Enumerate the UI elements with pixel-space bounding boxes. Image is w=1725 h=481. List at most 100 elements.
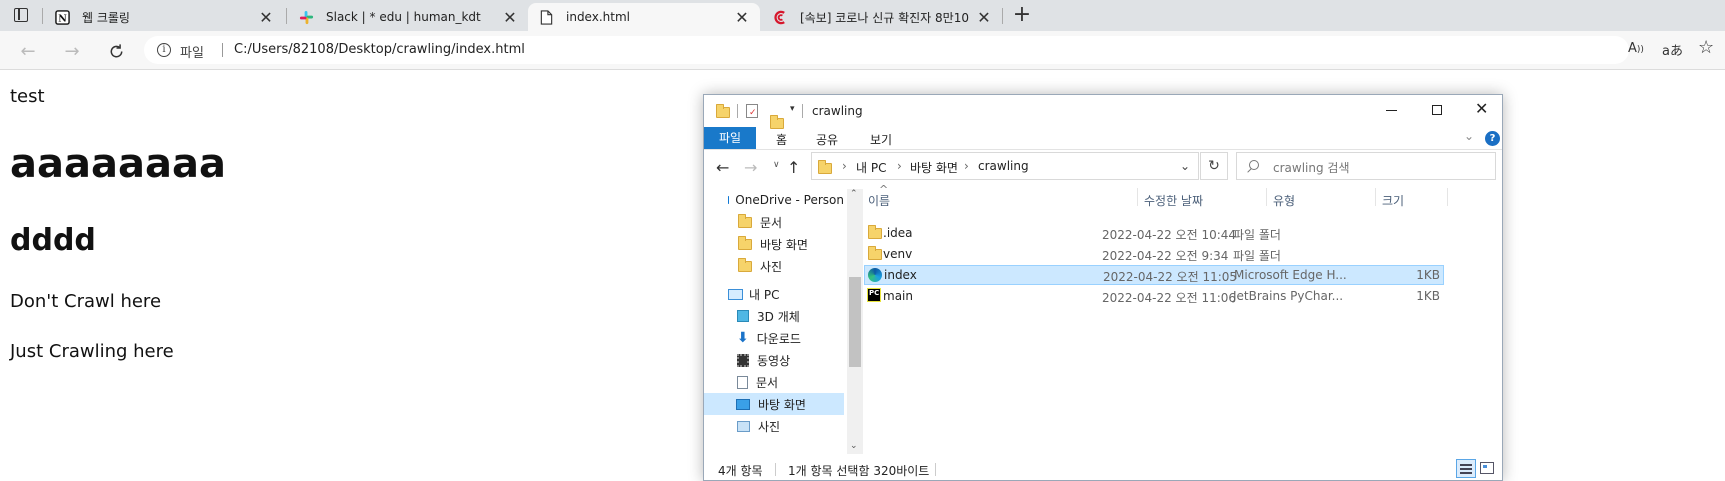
- scrollbar-thumb[interactable]: [849, 277, 861, 367]
- url-text[interactable]: C:/Users/82108/Desktop/crawling/index.ht…: [234, 42, 525, 57]
- tab-news[interactable]: [속보] 코로나 신규 확진자 8만10 ✕: [762, 3, 1002, 31]
- nav-my-pc[interactable]: 내 PC: [704, 283, 844, 305]
- properties-icon[interactable]: ✓: [746, 104, 758, 118]
- column-type[interactable]: 유형: [1273, 192, 1295, 209]
- url-divider: [222, 43, 223, 57]
- nav-downloads[interactable]: ⬇ 다운로드: [704, 327, 844, 349]
- new-tab-button[interactable]: +: [1010, 2, 1034, 28]
- notion-icon: N: [54, 9, 70, 25]
- page-heading-1: aaaaaaaa: [10, 141, 226, 187]
- file-row-idea[interactable]: .idea 2022-04-22 오전 10:44 파일 폴더: [864, 223, 1444, 243]
- tab-title: Slack | * edu | human_kdt: [326, 10, 481, 24]
- file-row-venv[interactable]: venv 2022-04-22 오전 9:34 파일 폴더: [864, 244, 1444, 264]
- ribbon-tab-home[interactable]: 홈: [776, 131, 787, 148]
- document-icon: [737, 375, 748, 389]
- nav-documents-pc[interactable]: 문서: [704, 371, 844, 393]
- help-icon[interactable]: ?: [1485, 131, 1500, 146]
- tab-separator: [286, 8, 287, 24]
- tab-title: index.html: [566, 10, 630, 24]
- folder-icon: [738, 257, 752, 272]
- close-icon[interactable]: ✕: [732, 8, 752, 27]
- forward-button[interactable]: →: [744, 158, 757, 177]
- close-icon[interactable]: ✕: [974, 8, 994, 27]
- reload-button[interactable]: [104, 39, 128, 63]
- slack-icon: [298, 9, 314, 25]
- tab-separator: [1002, 8, 1003, 24]
- nav-pictures[interactable]: 사진: [704, 255, 844, 277]
- favorites-add-icon[interactable]: ☆: [1698, 37, 1714, 58]
- tab-strip: N 웹 크롤링 ✕ Slack | * edu | human_kdt ✕ in…: [0, 0, 1725, 31]
- tab-title: [속보] 코로나 신규 확진자 8만10: [800, 10, 969, 25]
- address-bar[interactable]: i 파일 C:/Users/82108/Desktop/crawling/ind…: [144, 36, 1629, 64]
- news-icon: [772, 9, 788, 25]
- refresh-button[interactable]: ↻: [1200, 152, 1228, 180]
- explorer-address-row: ← → ∨ ↑ › 내 PC › 바탕 화면 › crawling ⌄ ↻ cr…: [704, 150, 1502, 186]
- tab-slack[interactable]: Slack | * edu | human_kdt ✕: [288, 3, 528, 31]
- search-placeholder: crawling 검색: [1273, 161, 1350, 175]
- nav-videos[interactable]: 동영상: [704, 349, 844, 371]
- ribbon-tab-share[interactable]: 공유: [816, 131, 838, 148]
- breadcrumb[interactable]: › 내 PC › 바탕 화면 › crawling ⌄: [811, 152, 1199, 180]
- document-icon: [538, 9, 554, 25]
- explorer-titlebar: ✓ ▾ crawling ✕: [704, 95, 1502, 129]
- computer-icon: [728, 288, 743, 300]
- search-box[interactable]: crawling 검색: [1236, 152, 1496, 180]
- folder-icon: [868, 246, 882, 260]
- ribbon-tab-file[interactable]: 파일: [704, 127, 756, 149]
- column-name[interactable]: 이름: [868, 192, 890, 209]
- folder-icon: [716, 104, 730, 118]
- minimize-button[interactable]: [1386, 110, 1397, 111]
- column-modified[interactable]: 수정한 날짜: [1144, 192, 1203, 209]
- large-icons-view-button[interactable]: [1480, 462, 1494, 474]
- breadcrumb-my-pc[interactable]: 내 PC: [856, 159, 886, 176]
- file-explorer-window: ✓ ▾ crawling ✕ 파일 홈 공유 보기 ⌄ ? ← → ∨ ↑ › …: [703, 94, 1503, 481]
- picture-icon: [737, 420, 750, 432]
- tab-notion[interactable]: N 웹 크롤링 ✕: [44, 3, 284, 31]
- maximize-button[interactable]: [1432, 105, 1442, 115]
- chevron-down-icon[interactable]: ∨: [773, 160, 780, 170]
- translate-icon[interactable]: aあ: [1662, 40, 1683, 59]
- folder-icon: [868, 225, 882, 239]
- breadcrumb-crawling[interactable]: crawling: [978, 159, 1029, 173]
- close-button[interactable]: ✕: [1475, 99, 1488, 118]
- ribbon-tab-view[interactable]: 보기: [870, 131, 892, 148]
- column-size[interactable]: 크기: [1382, 192, 1404, 209]
- page-paragraph-test: test: [10, 86, 45, 107]
- nav-desktop-pc[interactable]: 바탕 화면: [704, 393, 844, 415]
- up-button[interactable]: ↑: [787, 158, 800, 177]
- security-label: 파일: [180, 46, 204, 61]
- tab-title: 웹 크롤링: [82, 10, 130, 25]
- forward-button[interactable]: →: [60, 39, 84, 63]
- screen: N 웹 크롤링 ✕ Slack | * edu | human_kdt ✕ in…: [0, 0, 1725, 481]
- nav-desktop[interactable]: 바탕 화면: [704, 233, 844, 255]
- nav-3d-objects[interactable]: 3D 개체: [704, 305, 844, 327]
- svg-text:N: N: [58, 13, 67, 24]
- nav-pictures-pc[interactable]: 사진: [704, 415, 844, 437]
- nav-documents[interactable]: 문서: [704, 211, 844, 233]
- details-view-button[interactable]: [1456, 459, 1476, 478]
- folder-icon: [738, 213, 752, 228]
- video-icon: [737, 353, 749, 367]
- folder-icon: [818, 160, 832, 174]
- close-icon[interactable]: ✕: [256, 8, 276, 27]
- tab-actions-icon[interactable]: [14, 8, 28, 22]
- close-icon[interactable]: ✕: [500, 8, 520, 27]
- item-count: 4개 항목: [718, 464, 763, 478]
- nav-scrollbar[interactable]: ⌃ ⌄: [847, 189, 863, 454]
- file-row-index[interactable]: index 2022-04-22 오전 11:05 Microsoft Edge…: [864, 265, 1444, 285]
- chevron-down-icon[interactable]: ▾: [790, 104, 795, 114]
- tab-index-html[interactable]: index.html ✕: [528, 3, 760, 31]
- info-icon[interactable]: i: [157, 43, 171, 57]
- chevron-down-icon[interactable]: ⌄: [1464, 129, 1474, 143]
- back-button[interactable]: ←: [716, 158, 729, 177]
- page-paragraph-just-crawling: Just Crawling here: [10, 341, 174, 362]
- chevron-down-icon[interactable]: ⌄: [1180, 159, 1190, 173]
- desktop-icon: [736, 398, 750, 410]
- breadcrumb-desktop[interactable]: 바탕 화면: [910, 159, 958, 176]
- page-paragraph-dont-crawl: Don't Crawl here: [10, 291, 162, 312]
- file-row-main[interactable]: PC main 2022-04-22 오전 11:06 JetBrains Py…: [864, 286, 1444, 306]
- back-button[interactable]: ←: [16, 39, 40, 63]
- window-title: crawling: [812, 104, 863, 118]
- ribbon: 파일 홈 공유 보기 ⌄ ?: [704, 127, 1502, 149]
- read-aloud-icon[interactable]: A)): [1628, 41, 1644, 56]
